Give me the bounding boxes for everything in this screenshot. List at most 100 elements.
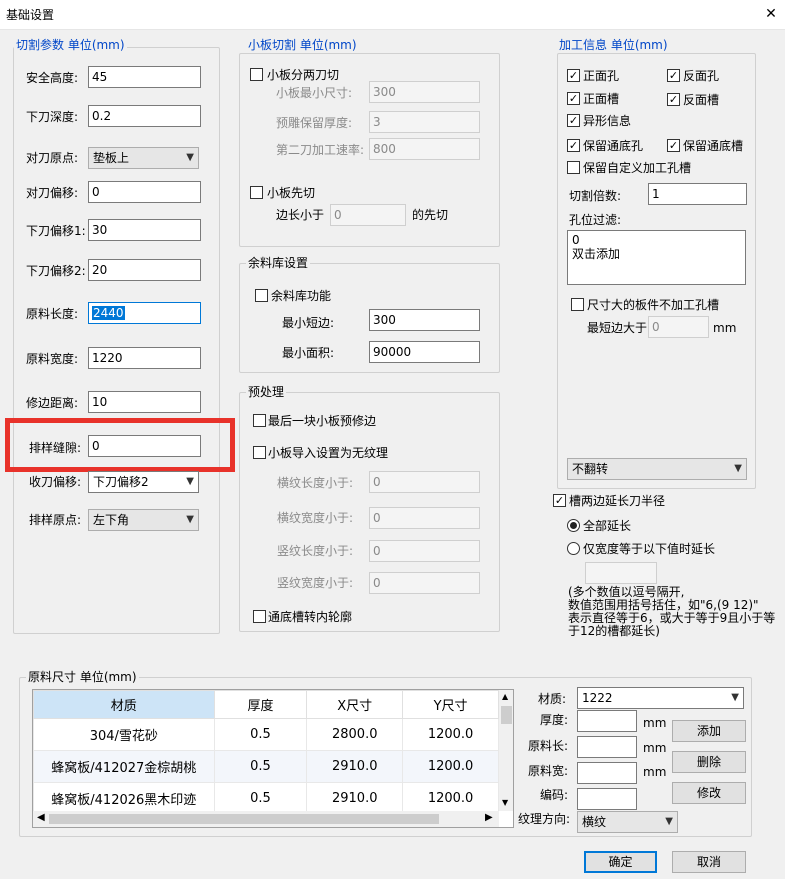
h-wid-input[interactable]: 0 <box>369 507 480 529</box>
ok-button[interactable]: 确定 <box>584 851 657 873</box>
h-len-input[interactable]: 0 <box>369 471 480 493</box>
extend-all-radio[interactable] <box>567 519 580 532</box>
cut-params-title: 切割参数 单位(mm) <box>14 38 127 52</box>
keep-custom-label: 保留自定义加工孔槽 <box>583 161 692 175</box>
cell: 0.5 <box>213 750 308 783</box>
layout-origin-select[interactable]: 左下角 ▼ <box>88 509 199 531</box>
reserve-thickness-input[interactable]: 3 <box>369 111 480 133</box>
min-size-input[interactable]: 300 <box>369 81 480 103</box>
table-row[interactable]: 蜂窝板/412027金棕胡桃 0.5 2910.0 1200.0 <box>33 750 499 783</box>
scroll-left-icon[interactable]: ◀ <box>37 812 45 823</box>
cell: 0.5 <box>213 782 308 815</box>
cut-multiple-input[interactable]: 1 <box>648 183 747 205</box>
retract-offset-select[interactable]: 下刀偏移2 ▼ <box>88 471 199 493</box>
two-cut-checkbox[interactable] <box>250 68 263 81</box>
hscroll-thumb[interactable] <box>49 814 439 824</box>
material-table-container: 材质 厚度 X尺寸 Y尺寸 304/雪花砂 0.5 2800.0 1200.0 … <box>32 689 514 828</box>
keep-custom-checkbox[interactable] <box>567 161 580 174</box>
extend-width-input[interactable] <box>585 562 657 584</box>
tool-offset-input[interactable]: 0 <box>88 181 201 203</box>
scroll-right-icon[interactable]: ▶ <box>485 812 493 823</box>
hole-filter-list[interactable]: 0 双击添加 <box>567 230 746 285</box>
v-len-input[interactable]: 0 <box>369 540 480 562</box>
last-trim-checkbox[interactable] <box>253 414 266 427</box>
form-thickness-input[interactable] <box>577 710 637 732</box>
min-short-input[interactable]: 300 <box>369 309 480 331</box>
scroll-up-icon[interactable]: ▲ <box>502 692 508 701</box>
cancel-button[interactable]: 取消 <box>672 851 746 873</box>
table-row[interactable]: 304/雪花砂 0.5 2800.0 1200.0 <box>33 718 499 751</box>
back-groove-checkbox[interactable]: ✓ <box>667 93 680 106</box>
delete-button[interactable]: 删除 <box>672 751 746 773</box>
col-material[interactable]: 材质 <box>33 690 215 719</box>
groove-inner-checkbox[interactable] <box>253 610 266 623</box>
layout-origin-label: 排样原点: <box>29 513 82 527</box>
horizontal-scrollbar[interactable]: ◀ ▶ <box>33 811 499 827</box>
v-wid-input[interactable]: 0 <box>369 572 480 594</box>
extend-all-label: 全部延长 <box>583 519 632 533</box>
cut-params-group <box>13 47 220 634</box>
modify-button[interactable]: 修改 <box>672 782 746 804</box>
layout-origin-value: 左下角 <box>93 513 130 527</box>
scroll-thumb[interactable] <box>501 706 512 724</box>
form-material-value: 1222 <box>582 691 613 705</box>
cell: 2910.0 <box>306 750 404 783</box>
col-thickness[interactable]: 厚度 <box>213 690 308 719</box>
cell: 蜂窝板/412026黑木印迹 <box>33 782 215 815</box>
min-edge-label: 最短边大于 <box>587 321 648 335</box>
chevron-down-icon: ▼ <box>186 514 194 525</box>
keep-through-groove-checkbox[interactable]: ✓ <box>667 139 680 152</box>
cut-depth-input[interactable]: 0.2 <box>88 105 201 127</box>
chevron-down-icon: ▼ <box>186 476 194 487</box>
vertical-scrollbar[interactable]: ▲ ▼ <box>499 690 513 811</box>
form-grain-select[interactable]: 横纹 ▼ <box>577 811 678 833</box>
min-area-input[interactable]: 90000 <box>369 341 480 363</box>
window-title: 基础设置 <box>6 8 55 22</box>
min-edge-input[interactable]: 0 <box>648 316 709 338</box>
form-material-select[interactable]: 1222 ▼ <box>577 687 744 709</box>
col-y-size[interactable]: Y尺寸 <box>402 690 499 719</box>
stock-width-input[interactable]: 1220 <box>88 347 201 369</box>
no-grain-checkbox[interactable] <box>253 446 266 459</box>
remnant-enable-checkbox[interactable] <box>255 289 268 302</box>
front-groove-checkbox[interactable]: ✓ <box>567 92 580 105</box>
tool-origin-select[interactable]: 垫板上 ▼ <box>88 147 199 169</box>
groove-extend-checkbox[interactable]: ✓ <box>553 494 566 507</box>
process-info-title: 加工信息 单位(mm) <box>557 38 670 52</box>
irregular-checkbox[interactable]: ✓ <box>567 114 580 127</box>
cut-offset2-input[interactable]: 20 <box>88 259 201 281</box>
cut-depth-label: 下刀深度: <box>26 110 79 124</box>
first-cut-checkbox[interactable] <box>250 186 263 199</box>
close-icon[interactable]: ✕ <box>760 2 782 26</box>
stock-length-input[interactable]: 2440 <box>88 302 201 324</box>
cut-offset1-input[interactable]: 30 <box>88 219 201 241</box>
safe-height-input[interactable]: 45 <box>88 66 201 88</box>
front-hole-checkbox[interactable]: ✓ <box>567 69 580 82</box>
cell: 1200.0 <box>402 718 499 751</box>
table-row[interactable]: 蜂窝板/412026黑木印迹 0.5 2910.0 1200.0 <box>33 782 499 815</box>
trim-distance-input[interactable]: 10 <box>88 391 201 413</box>
second-speed-input[interactable]: 800 <box>369 138 480 160</box>
min-area-label: 最小面积: <box>282 346 335 360</box>
back-hole-checkbox[interactable]: ✓ <box>667 69 680 82</box>
extend-width-radio[interactable] <box>567 542 580 555</box>
min-short-label: 最小短边: <box>282 316 335 330</box>
stock-length-label: 原料长度: <box>26 307 79 321</box>
add-button[interactable]: 添加 <box>672 720 746 742</box>
layout-gap-input[interactable]: 0 <box>88 435 201 457</box>
big-board-checkbox[interactable] <box>571 298 584 311</box>
stock-length-value: 2440 <box>92 306 125 320</box>
scroll-down-icon[interactable]: ▼ <box>502 798 508 807</box>
cell: 304/雪花砂 <box>33 718 215 751</box>
form-code-input[interactable] <box>577 788 637 810</box>
flip-select[interactable]: 不翻转 ▼ <box>567 458 747 480</box>
form-length-input[interactable] <box>577 736 637 758</box>
keep-through-hole-checkbox[interactable]: ✓ <box>567 139 580 152</box>
back-hole-label: 反面孔 <box>683 69 720 83</box>
col-x-size[interactable]: X尺寸 <box>306 690 404 719</box>
form-width-input[interactable] <box>577 762 637 784</box>
cell: 2910.0 <box>306 782 404 815</box>
edge-less-input[interactable]: 0 <box>330 204 406 226</box>
back-groove-label: 反面槽 <box>683 93 720 107</box>
keep-through-groove-label: 保留通底槽 <box>683 139 744 153</box>
